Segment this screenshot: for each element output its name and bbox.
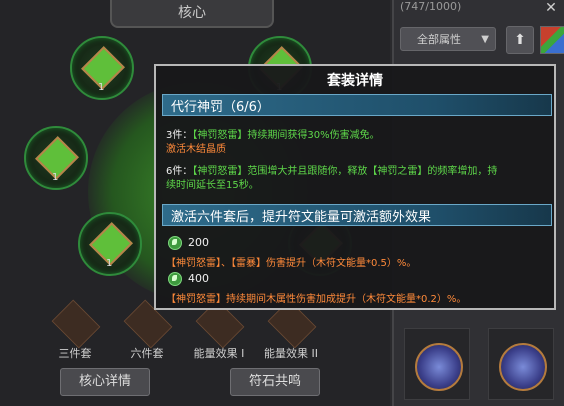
effect2-text: 【神罚怒雷】持续期间木属性伤害加成提升（木符文能量*0.2）%。 <box>166 294 467 305</box>
piece6-text-a: 范围增大并且跟随你，释放 <box>247 166 368 177</box>
close-icon[interactable]: ✕ <box>538 0 564 18</box>
extra-effects-title: 激活六件套后，提升符文能量可激活额外效果 <box>171 210 432 225</box>
rune-resonance-button[interactable]: 符石共鸣 <box>230 368 320 396</box>
up-arrow-icon[interactable]: ⬆ <box>506 26 534 54</box>
rune-orb-icon <box>499 343 547 391</box>
tooltip-title: 套装详情 <box>327 73 383 89</box>
rune-socket[interactable]: 1 <box>78 212 142 276</box>
rune-card[interactable] <box>404 328 470 400</box>
set-slot[interactable] <box>51 299 101 349</box>
attribute-filter-select[interactable]: 全部属性 ▼ <box>400 27 496 51</box>
color-filter-icon[interactable] <box>540 26 564 54</box>
set-detail-tooltip: 套装详情 代行神罚（6/6） 3件：【神罚怒雷】持续期间获得30%伤害减免。 激… <box>154 64 556 310</box>
attribute-filter-value: 全部属性 <box>417 33 461 46</box>
piece3-line: 3件：【神罚怒雷】持续期间获得30%伤害减免。 <box>166 126 380 141</box>
set-header: 代行神罚（6/6） <box>162 94 552 116</box>
rune-socket[interactable]: 1 <box>70 36 134 100</box>
inventory-count: (747/1000) <box>400 0 462 13</box>
effect2-threshold: 400 <box>188 272 209 285</box>
rune-card[interactable] <box>488 328 554 400</box>
wood-energy-icon <box>168 236 182 250</box>
piece3-note: 激活木结晶质 <box>166 144 226 155</box>
piece6-text-c: 续时间延长至15秒。 <box>166 180 259 191</box>
core-detail-button[interactable]: 核心详情 <box>60 368 150 396</box>
effect1-threshold: 200 <box>188 236 209 249</box>
piece6-text-b: 的频率增加，持 <box>427 166 498 177</box>
socket-count: 1 <box>52 172 59 183</box>
piece3-text: 持续期间获得30%伤害减免。 <box>247 130 380 141</box>
chevron-down-icon: ▼ <box>481 34 489 45</box>
set-name: 代行神罚（6/6） <box>171 100 270 115</box>
set-effect-tabs: 三件套 六件套 能量效果 I 能量效果 II <box>30 299 370 365</box>
piece6-line: 6件：【神罚怒雷】范围增大并且跟随你，释放【神罚之雷】的频率增加，持 <box>166 162 497 177</box>
rune-socket[interactable]: 1 <box>24 126 88 190</box>
piece6-skill2: 【神罚之雷】 <box>367 166 428 177</box>
effect1-text: 【神罚怒雷】、【雷暴】伤害提升（木符文能量*0.5）%。 <box>166 258 417 269</box>
wood-energy-icon <box>168 272 182 286</box>
socket-count: 1 <box>106 258 113 269</box>
rune-orb-icon <box>415 343 463 391</box>
socket-count: 1 <box>98 82 105 93</box>
extra-effects-header: 激活六件套后，提升符文能量可激活额外效果 <box>162 204 552 226</box>
tab-energy-effect-2[interactable]: 能量效果 II <box>246 345 336 361</box>
